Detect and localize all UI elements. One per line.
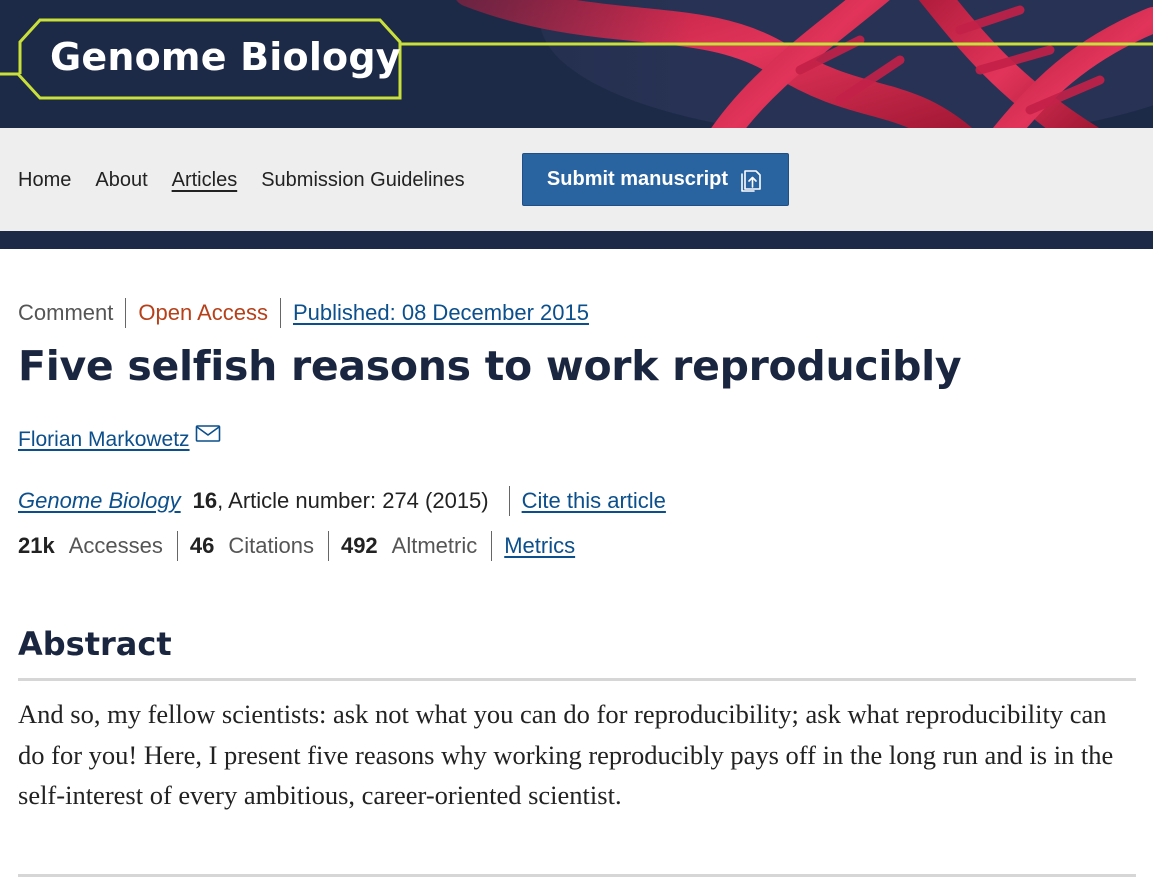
submit-manuscript-button[interactable]: Submit manuscript xyxy=(522,153,789,206)
nav-item-articles[interactable]: Articles xyxy=(172,170,238,190)
nav-bottom-band xyxy=(0,231,1153,249)
meta-divider xyxy=(327,531,329,561)
section-divider xyxy=(18,874,1136,877)
accesses-label: Accesses xyxy=(68,533,163,558)
citations-count: 46 xyxy=(189,533,215,558)
article-title: Five selfish reasons to work reproducibl… xyxy=(18,342,962,390)
article-metrics: 21k Accesses 46 Citations 492 Altmetric … xyxy=(18,531,575,561)
nav-item-about[interactable]: About xyxy=(95,170,147,190)
article-meta: Comment Open Access Published: 08 Decemb… xyxy=(18,298,589,328)
nav-item-submission-guidelines[interactable]: Submission Guidelines xyxy=(261,170,464,190)
citations-label: Citations xyxy=(228,533,314,558)
meta-divider xyxy=(491,531,493,561)
open-access-label: Open Access xyxy=(138,300,268,325)
cite-this-article-link[interactable]: Cite this article xyxy=(522,486,666,516)
journal-banner: Genome Biology xyxy=(0,0,1153,128)
published-date-link[interactable]: Published: 08 December 2015 xyxy=(293,298,589,328)
nav-item-home[interactable]: Home xyxy=(18,170,71,190)
altmetric-score: 492 xyxy=(340,533,378,558)
meta-divider xyxy=(280,298,281,328)
meta-divider xyxy=(176,531,178,561)
journal-link[interactable]: Genome Biology xyxy=(18,486,181,516)
abstract-text: And so, my fellow scientists: ask not wh… xyxy=(18,699,1114,810)
mail-icon[interactable] xyxy=(195,424,221,444)
altmetric-label: Altmetric xyxy=(391,533,478,558)
article-type: Comment xyxy=(18,300,114,325)
meta-divider xyxy=(125,298,127,328)
main-navigation: Home About Articles Submission Guideline… xyxy=(0,128,1153,231)
abstract-heading: Abstract xyxy=(18,625,172,663)
submit-manuscript-label: Submit manuscript xyxy=(546,168,729,190)
accesses-count: 21k xyxy=(18,533,55,558)
author-link[interactable]: Florian Markowetz xyxy=(18,425,190,455)
article-number: , Article number: 274 (2015) xyxy=(217,488,489,513)
upload-document-icon xyxy=(741,169,761,192)
meta-divider xyxy=(508,486,510,516)
abstract-divider xyxy=(18,678,1136,681)
nav-list: Home About Articles Submission Guideline… xyxy=(18,128,489,231)
journal-title[interactable]: Genome Biology xyxy=(50,38,401,76)
citation-line: Genome Biology 16 , Article number: 274 … xyxy=(18,486,666,516)
author-list: Florian Markowetz xyxy=(18,425,221,455)
volume-number: 16 xyxy=(192,488,218,513)
metrics-link[interactable]: Metrics xyxy=(504,531,575,561)
